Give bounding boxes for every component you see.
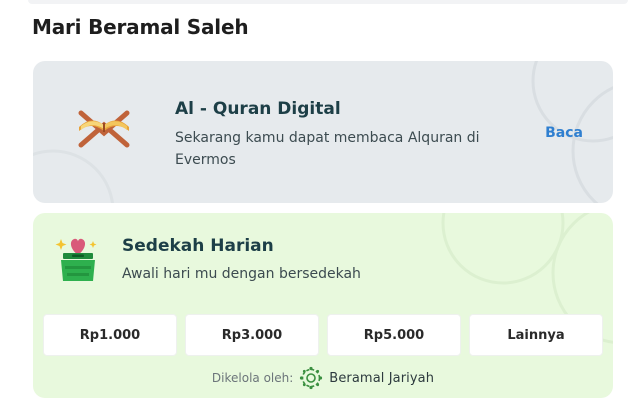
quran-card-description: Sekarang kamu dapat membaca Alquran di E… bbox=[175, 130, 480, 168]
donation-box-heart-icon bbox=[55, 233, 101, 287]
managed-by-label: Dikelola oleh: bbox=[211, 371, 294, 385]
amount-button-1000[interactable]: Rp1.000 bbox=[43, 314, 177, 356]
quran-digital-card[interactable]: Al - Quran Digital Sekarang kamu dapat m… bbox=[33, 61, 613, 203]
amount-button-other[interactable]: Lainnya bbox=[469, 314, 603, 356]
sedekah-card-subtitle: Awali hari mu dengan bersedekah bbox=[122, 266, 361, 282]
managed-by-name: Beramal Jariyah bbox=[329, 370, 435, 386]
quran-card-title: Al - Quran Digital bbox=[175, 99, 341, 119]
managed-by: Dikelola oleh: Beramal Jariyah bbox=[33, 366, 613, 390]
beramal-jariyah-logo-icon bbox=[299, 366, 323, 390]
open-quran-book-icon bbox=[75, 105, 133, 157]
sedekah-harian-card: Sedekah Harian Awali hari mu dengan bers… bbox=[33, 213, 613, 398]
donation-amount-options: Rp1.000 Rp3.000 Rp5.000 Lainnya bbox=[43, 314, 603, 356]
amount-button-3000[interactable]: Rp3.000 bbox=[185, 314, 319, 356]
read-quran-link[interactable]: Baca bbox=[545, 125, 583, 141]
amount-button-5000[interactable]: Rp5.000 bbox=[327, 314, 461, 356]
top-divider bbox=[28, 0, 628, 4]
sedekah-card-title: Sedekah Harian bbox=[122, 236, 274, 256]
section-title: Mari Beramal Saleh bbox=[32, 15, 249, 39]
